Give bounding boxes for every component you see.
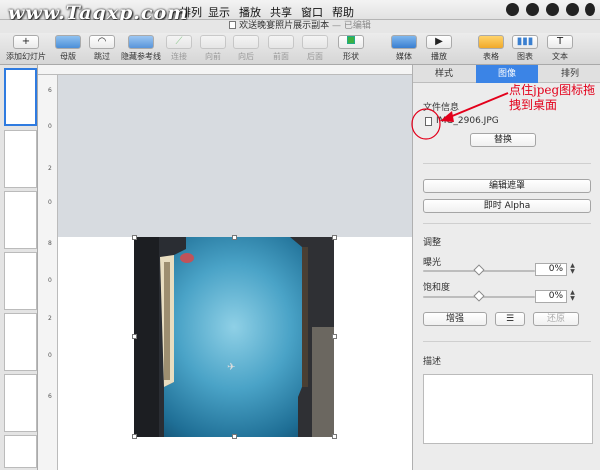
send-to-back-button[interactable]: 后面 bbox=[295, 35, 335, 62]
menu-window[interactable]: 窗口 bbox=[301, 4, 323, 20]
selection-handle[interactable] bbox=[332, 235, 337, 240]
tab-arrange[interactable]: 排列 bbox=[539, 65, 600, 83]
chart-button[interactable]: ▮▮▮ 图表 bbox=[505, 35, 545, 62]
saturation-label: 饱和度 bbox=[423, 283, 451, 293]
shape-button[interactable]: 形状 bbox=[331, 35, 371, 62]
text-icon: T bbox=[547, 35, 573, 49]
slide-thumbnail[interactable] bbox=[4, 435, 37, 468]
divider bbox=[423, 163, 591, 164]
shape-icon bbox=[338, 35, 364, 49]
exposure-value-field[interactable]: 0% bbox=[535, 263, 567, 276]
vertical-ruler: 6 0 2 0 8 0 2 0 6 bbox=[38, 75, 58, 470]
description-label: 描述 bbox=[423, 357, 442, 367]
play-icon: ▶ bbox=[426, 35, 452, 49]
slide-thumbnail[interactable] bbox=[4, 374, 37, 432]
selection-handle[interactable] bbox=[332, 434, 337, 439]
annotation-line-2: 拽到桌面 bbox=[509, 98, 558, 112]
slide-thumbnail[interactable] bbox=[4, 313, 37, 371]
document-icon bbox=[229, 21, 237, 29]
forward-icon bbox=[200, 35, 226, 49]
play-button[interactable]: ▶ 播放 bbox=[419, 35, 459, 62]
wechat-icon[interactable] bbox=[506, 3, 519, 16]
instant-alpha-button[interactable]: 即时 Alpha bbox=[423, 199, 591, 213]
add-slide-button[interactable]: + 添加幻灯片 bbox=[4, 35, 48, 62]
menu-help[interactable]: 帮助 bbox=[332, 4, 354, 20]
send-backward-button[interactable]: 向后 bbox=[226, 35, 266, 62]
annotation-text: 点住jpeg图标拖 拽到桌面 bbox=[509, 83, 595, 113]
toolbar: + 添加幻灯片 母版 ◠ 跳过 隐藏参考线 ⟋ 连接 向前 向后 前面 后面 形… bbox=[0, 33, 600, 65]
reset-button[interactable]: 还原 bbox=[533, 312, 579, 326]
annotation-line-1: 点住jpeg图标拖 bbox=[509, 83, 596, 97]
text-button[interactable]: T 文本 bbox=[540, 35, 580, 62]
skip-icon: ◠ bbox=[89, 35, 115, 49]
replace-button[interactable]: 替换 bbox=[470, 133, 536, 147]
slide-thumbnail[interactable] bbox=[4, 191, 37, 249]
description-field[interactable] bbox=[423, 374, 593, 444]
selection-handle[interactable] bbox=[132, 235, 137, 240]
edit-mask-button[interactable]: 编辑遮罩 bbox=[423, 179, 591, 193]
tab-style[interactable]: 样式 bbox=[413, 65, 475, 83]
selection-handle[interactable] bbox=[232, 434, 237, 439]
slide-thumbnail[interactable] bbox=[4, 130, 37, 188]
menu-share[interactable]: 共享 bbox=[270, 4, 292, 20]
adjust-label: 调整 bbox=[423, 238, 442, 248]
slide-canvas[interactable]: ✈ bbox=[58, 75, 412, 470]
horizontal-ruler bbox=[38, 65, 412, 75]
enhance-button[interactable]: 增强 bbox=[423, 312, 487, 326]
red-flowers bbox=[180, 253, 194, 263]
cloud-icon[interactable] bbox=[566, 3, 579, 16]
plus-icon: + bbox=[13, 35, 39, 49]
hide-guides-button[interactable]: 隐藏参考线 bbox=[118, 35, 164, 62]
slide-thumbnail[interactable] bbox=[4, 252, 37, 310]
selection-handle[interactable] bbox=[332, 334, 337, 339]
to-front-icon bbox=[268, 35, 294, 49]
file-name: IMG_2906.JPG bbox=[436, 116, 499, 126]
saturation-slider-knob[interactable] bbox=[473, 290, 485, 302]
menu-play[interactable]: 播放 bbox=[239, 4, 261, 20]
menu-view[interactable]: 显示 bbox=[208, 4, 230, 20]
inspector-tabs: 样式 图像 排列 bbox=[413, 65, 600, 83]
connect-icon: ⟋ bbox=[166, 35, 192, 49]
document-status: — 已编辑 bbox=[332, 21, 371, 31]
document-title: 欢送晚宴照片展示副本 bbox=[239, 21, 330, 31]
media-button[interactable]: 媒体 bbox=[384, 35, 424, 62]
table-icon bbox=[478, 35, 504, 49]
slide-photo[interactable]: ✈ bbox=[134, 237, 334, 437]
bird-icon: ✈ bbox=[227, 362, 236, 373]
selection-handle[interactable] bbox=[232, 235, 237, 240]
slide-thumbnail[interactable] bbox=[4, 68, 37, 126]
slide[interactable]: ✈ bbox=[58, 235, 412, 470]
sliders-icon: ☰ bbox=[505, 314, 515, 324]
slide-navigator bbox=[0, 65, 38, 470]
photo-building-right bbox=[290, 237, 334, 437]
exposure-stepper[interactable]: ▲ ▼ bbox=[569, 263, 576, 276]
sync-icon[interactable] bbox=[526, 3, 539, 16]
selection-handle[interactable] bbox=[132, 434, 137, 439]
saturation-value-field[interactable]: 0% bbox=[535, 290, 567, 303]
tab-image[interactable]: 图像 bbox=[476, 65, 538, 83]
settings-icon[interactable] bbox=[585, 3, 595, 16]
master-icon bbox=[55, 35, 81, 49]
selection-handle[interactable] bbox=[132, 334, 137, 339]
chart-icon: ▮▮▮ bbox=[512, 35, 538, 49]
media-icon bbox=[391, 35, 417, 49]
window-title-bar: 欢送晚宴照片展示副本 — 已编辑 bbox=[0, 20, 600, 33]
jpeg-file-icon[interactable] bbox=[425, 117, 432, 126]
divider bbox=[423, 341, 591, 342]
saturation-stepper[interactable]: ▲ ▼ bbox=[569, 290, 576, 303]
photo-building-left bbox=[134, 237, 186, 437]
inspector-panel: 样式 图像 排列 文件信息 IMG_2906.JPG 替换 编辑遮罩 即时 Al… bbox=[412, 65, 600, 470]
divider bbox=[423, 223, 591, 224]
browser-icon[interactable] bbox=[546, 3, 559, 16]
exposure-label: 曝光 bbox=[423, 258, 442, 268]
exposure-slider-knob[interactable] bbox=[473, 264, 485, 276]
backward-icon bbox=[233, 35, 259, 49]
file-info-label: 文件信息 bbox=[423, 103, 460, 113]
guides-icon bbox=[128, 35, 154, 49]
to-back-icon bbox=[302, 35, 328, 49]
skip-button[interactable]: ◠ 跳过 bbox=[82, 35, 122, 62]
levels-button[interactable]: ☰ bbox=[495, 312, 525, 326]
